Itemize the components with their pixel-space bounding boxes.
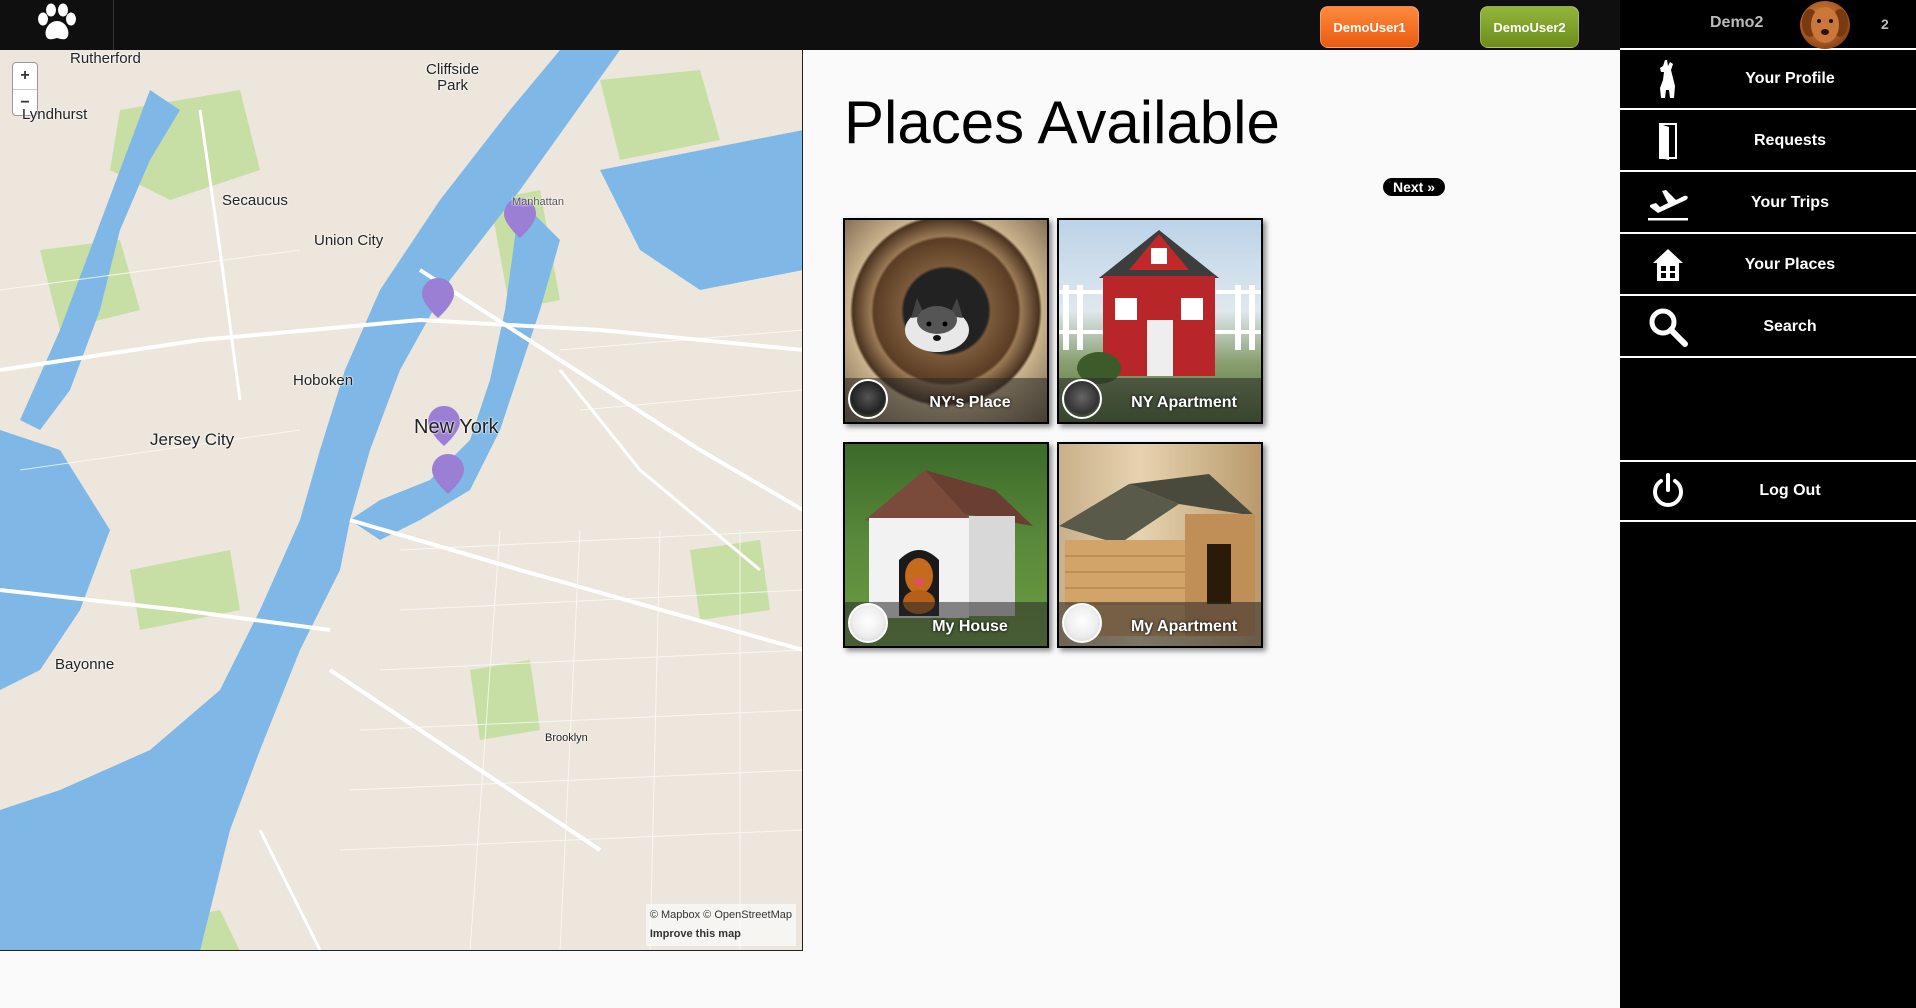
dog-icon (1620, 58, 1716, 100)
owner-avatar[interactable] (848, 603, 888, 643)
map[interactable]: + − Rutherford Cliffside Park Lyndhurst … (0, 50, 803, 951)
sidebar-item-label: Your Trips (1751, 194, 1829, 211)
zoom-in-button[interactable]: + (13, 63, 37, 89)
sidebar-item-label: Requests (1753, 132, 1827, 149)
owner-avatar[interactable] (1062, 603, 1102, 643)
sidebar-item-label: Log Out (1759, 482, 1821, 499)
place-card[interactable]: My Apartment (1057, 442, 1263, 648)
map-label: Lyndhurst (22, 106, 88, 123)
footer-strip (0, 951, 1620, 1008)
map-label: Bayonne (55, 656, 115, 673)
sidebar: Demo2 2 Your Profile Requests Your Trips… (1620, 0, 1916, 1008)
owner-avatar[interactable] (848, 379, 888, 419)
map-label: New York (414, 416, 499, 438)
place-name: My Apartment (1130, 618, 1238, 635)
door-icon (1620, 121, 1716, 161)
improve-map-link[interactable]: Improve this map (650, 925, 792, 944)
place-card[interactable]: My House (843, 442, 1049, 648)
paw-icon (35, 3, 79, 48)
avatar[interactable] (1800, 1, 1850, 49)
sidebar-item-label: Your Profile (1745, 70, 1835, 87)
sidebar-item-label: Search (1763, 318, 1817, 335)
logo[interactable] (0, 0, 114, 50)
place-name: NY's Place (929, 394, 1011, 411)
sidebar-user-header: Demo2 2 (1620, 0, 1916, 50)
attribution-text[interactable]: © Mapbox © OpenStreetMap (650, 906, 792, 925)
sidebar-item-log-out[interactable]: Log Out (1620, 462, 1916, 522)
map-label: Cliffside Park (426, 61, 480, 94)
map-canvas (0, 50, 802, 950)
place-card[interactable]: NY Apartment (1057, 218, 1263, 424)
map-label: Rutherford (70, 50, 141, 67)
sidebar-item-search[interactable]: Search (1620, 298, 1916, 358)
house-icon (1620, 247, 1716, 283)
sidebar-item-requests[interactable]: Requests (1620, 112, 1916, 172)
place-card[interactable]: NY's Place (843, 218, 1049, 424)
map-label: Jersey City (150, 430, 235, 449)
sidebar-item-your-profile[interactable]: Your Profile (1620, 50, 1916, 110)
map-label: Manhattan (512, 196, 564, 208)
map-label: Brooklyn (545, 732, 588, 744)
main-content: Places Available Next » NY's Place NY Ap… (803, 50, 1620, 1008)
sidebar-spacer (1620, 360, 1916, 462)
username[interactable]: Demo2 (1710, 14, 1763, 32)
power-icon (1620, 472, 1716, 510)
place-name: NY Apartment (1131, 394, 1237, 411)
sidebar-item-label: Your Places (1744, 256, 1836, 273)
page-title: Places Available (844, 89, 1280, 156)
top-bar: DemoUser1 DemoUser2 (0, 0, 1620, 50)
demouser1-button[interactable]: DemoUser1 (1320, 6, 1419, 48)
place-name: My House (932, 618, 1008, 635)
owner-avatar[interactable] (1062, 379, 1102, 419)
map-label: Secaucus (222, 192, 288, 209)
map-label: Hoboken (293, 372, 354, 389)
search-icon (1620, 306, 1716, 348)
demouser2-button[interactable]: DemoUser2 (1480, 6, 1579, 48)
next-button[interactable]: Next » (1383, 178, 1445, 196)
map-label: Union City (314, 232, 384, 249)
notification-count: 2 (1881, 16, 1889, 32)
airplane-icon (1620, 183, 1716, 223)
map-attribution: © Mapbox © OpenStreetMap Improve this ma… (645, 904, 796, 946)
sidebar-item-your-places[interactable]: Your Places (1620, 236, 1916, 296)
sidebar-item-your-trips[interactable]: Your Trips (1620, 174, 1916, 234)
